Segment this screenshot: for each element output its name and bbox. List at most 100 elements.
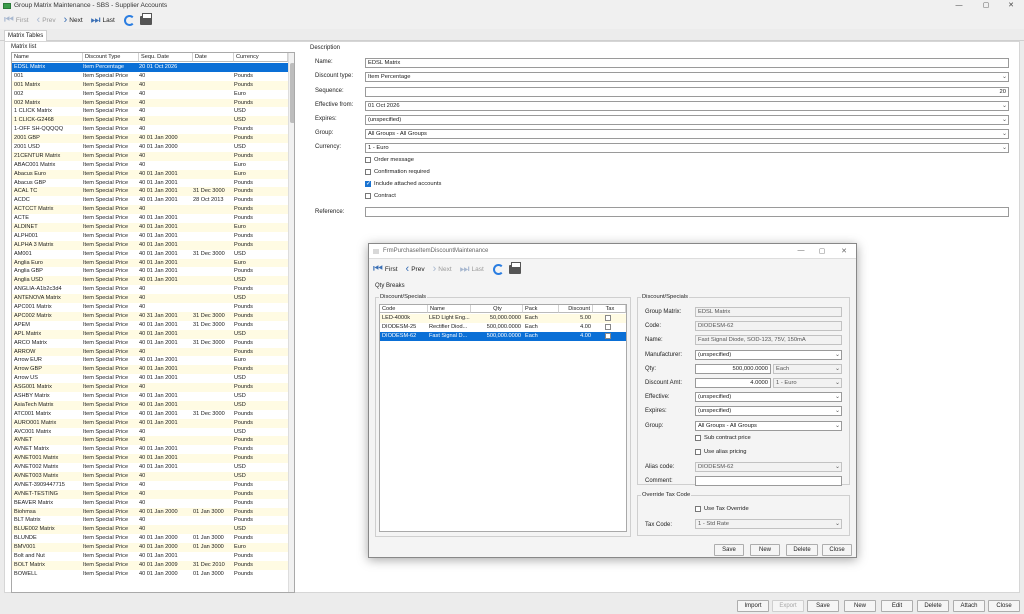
list-row[interactable]: 21CENTUR Matrix Item Special Price 40 Pound…	[12, 151, 288, 161]
grid-header-discount[interactable]: Discount	[559, 305, 593, 313]
prev-button[interactable]: ‹ Prev	[37, 15, 56, 26]
list-row[interactable]: ANGLIA-A1b2c3d4 Item Special Price 40 Pound…	[12, 285, 288, 295]
include-attached-checkbox[interactable]: Include attached accounts	[365, 180, 441, 187]
tax-code-select[interactable]: 1 - Std Rate ⌄	[695, 519, 842, 529]
list-row[interactable]: ASHBY Matrix Item Special Price 40 01 Jan …	[12, 391, 288, 401]
list-row[interactable]: ATC001 Matrix Item Special Price 40 01 Jan…	[12, 409, 288, 419]
list-row[interactable]: Abacus GBP Item Special Price 40 01 Jan 20…	[12, 178, 288, 188]
dialog-last-button[interactable]: ⏭ Last	[460, 264, 484, 275]
list-row[interactable]: AsiaTech Matrix Item Special Price 40 01 J…	[12, 400, 288, 410]
maximize-button[interactable]: ▢	[973, 0, 999, 11]
dialog-maximize-button[interactable]: ▢	[815, 247, 829, 255]
list-row[interactable]: AM001 Item Special Price 40 01 Jan 2001 31 …	[12, 249, 288, 259]
list-row[interactable]: APC002 Matrix Item Special Price 40 31 Jan…	[12, 311, 288, 321]
dialog-refresh-button[interactable]	[492, 262, 506, 276]
list-row[interactable]: Abacus Euro Item Special Price 40 01 Jan 2…	[12, 169, 288, 179]
list-row[interactable]: 002 Matrix Item Special Price 40 Pounds	[12, 98, 288, 108]
dialog-expires-select[interactable]: (unspecified) ⌄	[695, 406, 842, 416]
effective-select[interactable]: (unspecified) ⌄	[695, 392, 842, 402]
list-row[interactable]: BLUNDE Item Special Price 40 01 Jan 2000 01…	[12, 534, 288, 544]
list-row[interactable]: ACAL TC Item Special Price 40 01 Jan 2001 3…	[12, 187, 288, 197]
edit-button[interactable]: Edit	[881, 600, 913, 612]
column-header-sequ-date[interactable]: Sequ. Date	[139, 53, 193, 62]
list-row[interactable]: APEM Item Special Price 40 01 Jan 2001 31 D…	[12, 320, 288, 330]
list-row[interactable]: 1-OFF SH-QQQQQ Item Special Price 40 Pounds	[12, 125, 288, 135]
list-row[interactable]: Anglia GBP Item Special Price 40 01 Jan 20…	[12, 267, 288, 277]
manufacturer-select[interactable]: (unspecified) ⌄	[695, 350, 842, 360]
name-field[interactable]: EDSL Matrix	[365, 58, 1009, 68]
discount-amt-field[interactable]: 4.0000	[695, 378, 771, 388]
list-row[interactable]: AVNET001 Matrix Item Special Price 40 01 J…	[12, 454, 288, 464]
list-row[interactable]: AVC001 Matrix Item Special Price 40 USD	[12, 427, 288, 437]
list-row[interactable]: APC001 Matrix Item Special Price 40 Pounds	[12, 303, 288, 312]
refresh-button[interactable]	[123, 13, 137, 27]
delete-button[interactable]: Delete	[917, 600, 949, 612]
list-row[interactable]: ACTCCT Matrix Item Special Price 40 Pounds	[12, 205, 288, 215]
list-row[interactable]: BLT Matrix Item Special Price 40 Pounds	[12, 516, 288, 526]
dialog-close-window-button[interactable]: ✕	[837, 247, 851, 255]
close-button[interactable]: Close	[988, 600, 1020, 612]
list-row[interactable]: Arrow GBP Item Special Price 40 01 Jan 200…	[12, 365, 288, 375]
list-row[interactable]: 1 CLICK Matrix Item Special Price 40 USD	[12, 107, 288, 117]
list-row[interactable]: BEAVER Matrix Item Special Price 40 Pounds	[12, 498, 288, 508]
dialog-delete-button[interactable]: Delete	[786, 544, 818, 556]
grid-header-code[interactable]: Code	[380, 305, 428, 313]
use-tax-override-checkbox[interactable]: Use Tax Override	[695, 506, 749, 512]
list-row-selected[interactable]: EDSL Matrix Item Percentage 20 01 Oct 2026	[12, 63, 288, 72]
list-row[interactable]: BLUE002 Matrix Item Special Price 40 USD	[12, 525, 288, 535]
list-row[interactable]: Biohmsa Item Special Price 40 01 Jan 2000 0…	[12, 507, 288, 517]
list-row[interactable]: 1 CLICK-G2468 Item Special Price 40 USD	[12, 116, 288, 126]
list-row[interactable]: AURO001 Matrix Item Special Price 40 01 Ja…	[12, 418, 288, 428]
effective-from-select[interactable]: 01 Oct 2026 ⌄	[365, 101, 1009, 111]
list-row[interactable]: AVNET002 Matrix Item Special Price 40 01 J…	[12, 463, 288, 472]
grid-row[interactable]: LED-4000k LED Light Eng... 50,000.0000 E…	[380, 314, 626, 323]
sequence-field[interactable]: 20	[365, 87, 1009, 97]
list-row[interactable]: ALPHA 3 Matrix Item Special Price 40 01 Ja…	[12, 240, 288, 250]
list-row[interactable]: ACDC Item Special Price 40 01 Jan 2001 28 O…	[12, 196, 288, 206]
tax-checkbox[interactable]	[605, 315, 611, 321]
grid-row-selected[interactable]: DIODESM-62 Fast Signal D... 500,000.0000…	[380, 332, 626, 341]
reference-field[interactable]	[365, 207, 1009, 217]
export-button[interactable]: Export	[772, 600, 804, 612]
dialog-new-button[interactable]: New	[750, 544, 780, 556]
list-row[interactable]: BMV001 Item Special Price 40 01 Jan 2000 01…	[12, 543, 288, 552]
list-row[interactable]: BOWELL Item Special Price 40 01 Jan 2000 01…	[12, 569, 288, 579]
list-row[interactable]: ARCO Matrix Item Special Price 40 01 Jan 2…	[12, 338, 288, 348]
list-row[interactable]: ALPH001 Item Special Price 40 01 Jan 2001 P…	[12, 231, 288, 241]
dialog-save-button[interactable]: Save	[714, 544, 744, 556]
list-row[interactable]: ALDINET Item Special Price 40 01 Jan 2001 E…	[12, 223, 288, 232]
attach-button[interactable]: Attach	[953, 600, 985, 612]
save-button[interactable]: Save	[807, 600, 839, 612]
discount-currency-select[interactable]: 1 - Euro ⌄	[773, 378, 842, 388]
comment-field[interactable]	[695, 476, 842, 486]
list-row[interactable]: 2001 USD Item Special Price 40 01 Jan 2000…	[12, 143, 288, 152]
list-row[interactable]: Anglia USD Item Special Price 40 01 Jan 20…	[12, 276, 288, 286]
next-button[interactable]: › Next	[64, 15, 83, 26]
grid-header-tax[interactable]: Tax	[593, 305, 626, 313]
dialog-minimize-button[interactable]: —	[794, 247, 808, 254]
group-select[interactable]: All Groups - All Groups ⌄	[365, 129, 1009, 139]
list-row[interactable]: Arrow US Item Special Price 40 01 Jan 2001…	[12, 374, 288, 384]
list-row[interactable]: 2001 GBP Item Special Price 40 01 Jan 2000…	[12, 134, 288, 144]
first-button[interactable]: ⏮ First	[4, 15, 29, 26]
dialog-group-select[interactable]: All Groups - All Groups ⌄	[695, 421, 842, 431]
list-row[interactable]: AVNET-TESTING Item Special Price 40 Pounds	[12, 489, 288, 499]
grid-header-pack[interactable]: Pack	[523, 305, 559, 313]
column-header-date[interactable]: Date	[193, 53, 234, 62]
column-header-discount-type[interactable]: Discount Type	[83, 53, 139, 62]
dialog-print-button[interactable]	[508, 261, 522, 276]
tax-checkbox[interactable]	[605, 333, 611, 339]
dialog-next-button[interactable]: › Next	[433, 264, 452, 275]
currency-select[interactable]: 1 - Euro ⌄	[365, 143, 1009, 153]
grid-header-qty[interactable]: Qty	[471, 305, 523, 313]
group-matrix-field[interactable]: EDSL Matrix	[695, 307, 842, 317]
list-row[interactable]: AVNET Item Special Price 40 Pounds	[12, 436, 288, 446]
tab-matrix-tables[interactable]: Matrix Tables	[4, 30, 48, 41]
print-button[interactable]	[139, 12, 153, 27]
qty-unit-select[interactable]: Each ⌄	[773, 364, 842, 374]
dialog-close-button[interactable]: Close	[822, 544, 852, 556]
list-row[interactable]: ARROW Item Special Price 40 Pounds	[12, 347, 288, 357]
order-message-checkbox[interactable]: Order message	[365, 157, 414, 163]
scroll-thumb[interactable]	[290, 63, 294, 123]
list-row[interactable]: Anglia Euro Item Special Price 40 01 Jan 2…	[12, 258, 288, 268]
